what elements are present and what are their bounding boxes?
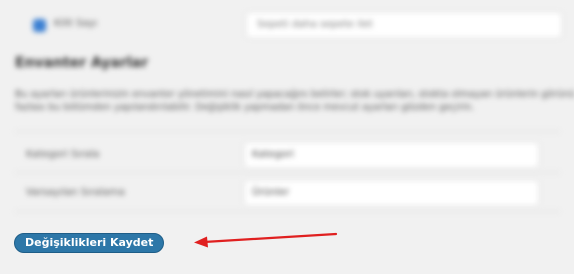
save-changes-button[interactable]: Değişiklikleri Kaydet	[14, 233, 165, 253]
checkbox[interactable]	[33, 19, 46, 32]
divider	[15, 131, 560, 132]
blurred-settings-area: Kilit Sayı Sepeti daha sepete ilet Envan…	[0, 0, 574, 222]
description-line: Bu ayarları ürünlerinizin envanter yönet…	[15, 89, 574, 100]
section-heading: Envanter Ayarlar	[15, 55, 148, 71]
divider	[15, 172, 560, 173]
divider	[15, 211, 560, 212]
section-description: Bu ayarları ürünlerinizin envanter yönet…	[15, 88, 574, 114]
field-input[interactable]: Ürünler	[244, 180, 539, 206]
field-value: Kategori	[252, 149, 294, 160]
top-input-placeholder: Sepeti daha sepete ilet	[257, 19, 373, 30]
field-label: Kategori Sırala	[26, 149, 100, 160]
description-line: fazlası bu bölümden yapılandırılabilir. …	[15, 102, 475, 113]
checkbox-label: Kilit Sayı	[54, 18, 98, 29]
field-input[interactable]: Kategori	[244, 142, 539, 168]
field-value: Ürünler	[252, 187, 290, 198]
top-text-input[interactable]: Sepeti daha sepete ilet	[246, 12, 562, 38]
field-label: Varsayılan Sıralama	[26, 187, 125, 198]
annotation-arrow-icon	[194, 232, 338, 248]
